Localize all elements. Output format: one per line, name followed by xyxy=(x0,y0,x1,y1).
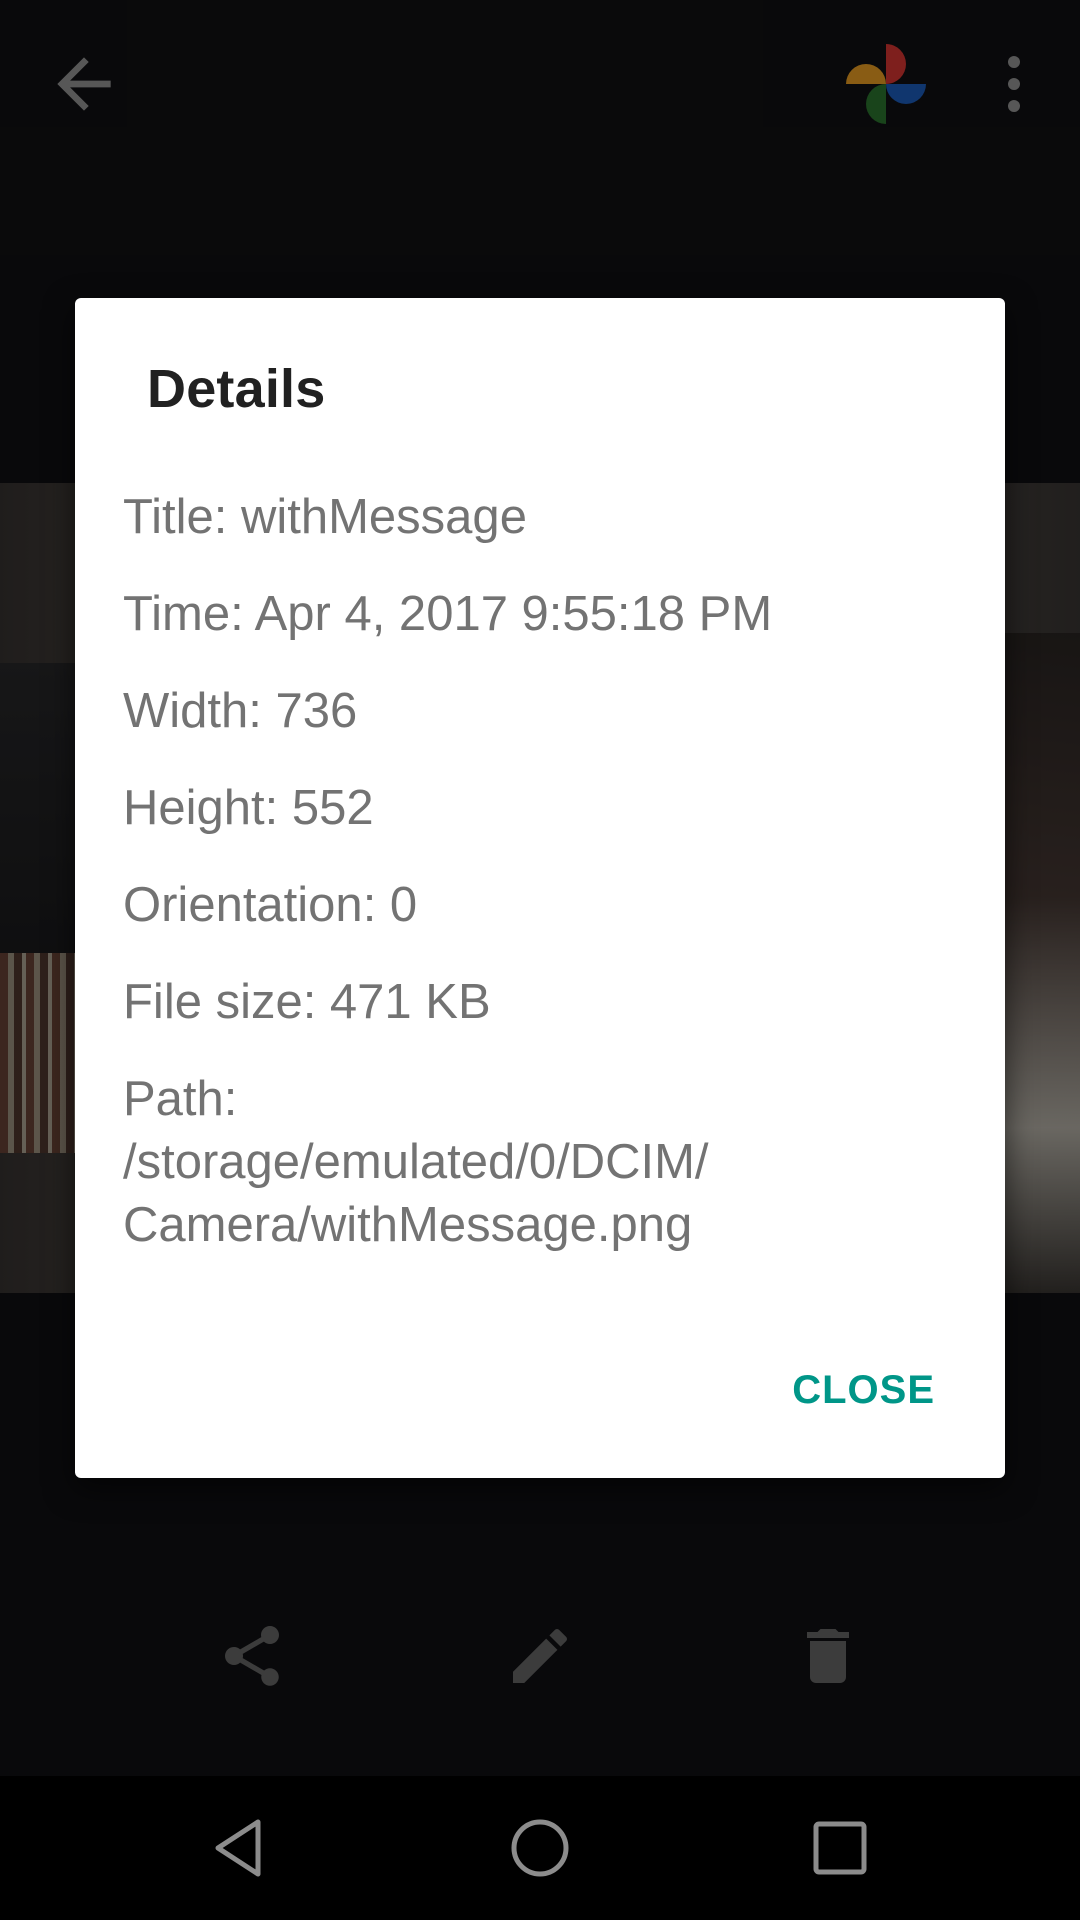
detail-time: Time: Apr 4, 2017 9:55:18 PM xyxy=(123,587,773,641)
close-button[interactable]: CLOSE xyxy=(792,1368,935,1413)
detail-width: Width: 736 xyxy=(123,684,358,738)
screen: Details Title: withMessage Time: Apr 4, … xyxy=(0,0,1080,1920)
detail-file-size: File size: 471 KB xyxy=(123,975,491,1029)
detail-path-line-1: /storage/emulated/0/DCIM/ xyxy=(123,1135,709,1189)
detail-path: Path: /storage/emulated/0/DCIM/ Camera/w… xyxy=(123,1068,943,1257)
detail-title: Title: withMessage xyxy=(123,490,527,544)
detail-path-label: Path: xyxy=(123,1072,238,1126)
detail-orientation: Orientation: 0 xyxy=(123,878,418,932)
dialog-title: Details xyxy=(147,359,326,419)
details-dialog: Details Title: withMessage Time: Apr 4, … xyxy=(75,298,1005,1478)
detail-height: Height: 552 xyxy=(123,781,374,835)
detail-path-line-2: Camera/withMessage.png xyxy=(123,1198,693,1252)
